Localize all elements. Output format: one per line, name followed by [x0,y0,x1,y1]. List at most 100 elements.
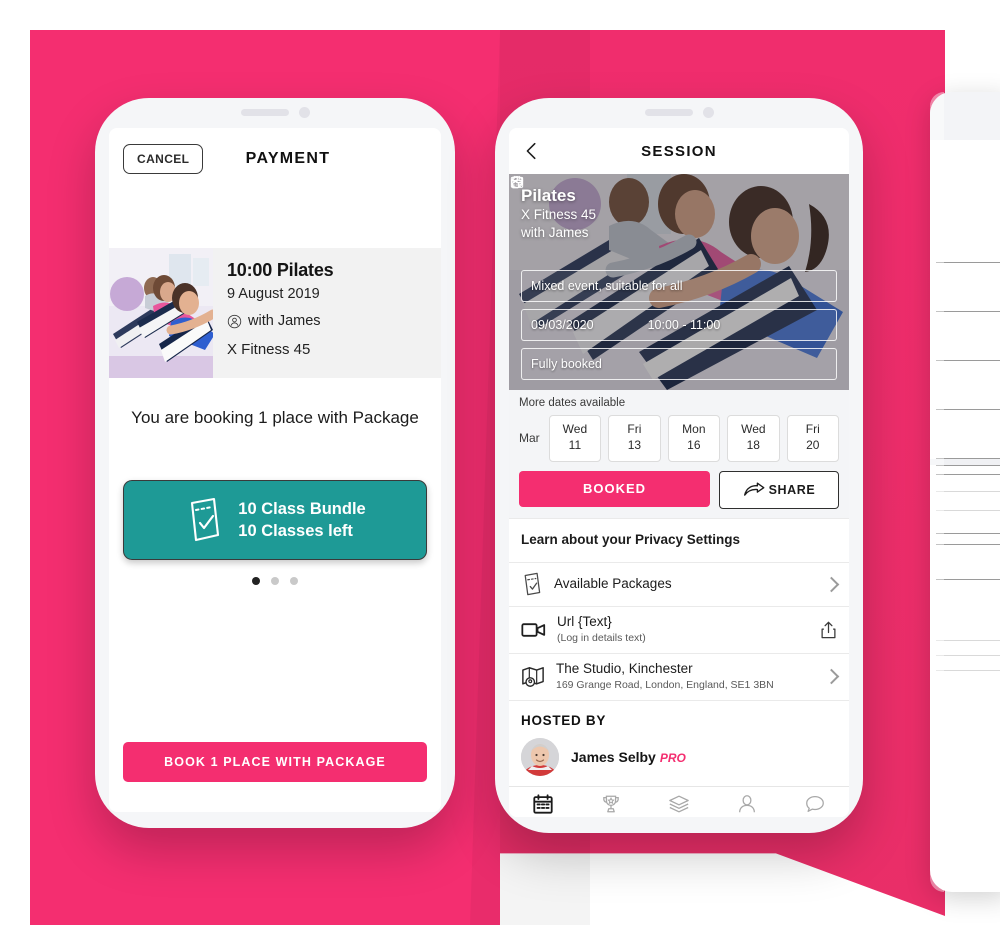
carousel-dots[interactable] [123,577,427,585]
exit-arrow-icon [512,176,523,189]
date-chip[interactable]: Wed 11 [548,415,602,462]
row-privacy-settings[interactable]: Learn about your Privacy Settings [509,517,849,562]
tab-rewards[interactable]: Rewards [577,787,645,817]
phone-notch [604,98,754,126]
row-available-packages[interactable]: Available Packages [509,561,849,606]
hero-time-group: 10:00 - 11:00 [510,175,721,332]
hero-pill-audience: Mixed event, suitable for all [511,176,837,302]
row-text: Learn about your Privacy Settings [521,532,837,549]
date-chip-day: Mon [682,422,706,436]
booking-summary-text: You are booking 1 place with Package [131,408,419,427]
speaker-grille-icon [240,108,289,116]
video-camera-icon [521,622,546,637]
session-summary-card[interactable]: 10:00 Pilates 9 August 2019 with James X… [109,248,441,378]
session-instructor: with James [227,313,441,329]
date-chip[interactable]: Fri 13 [608,415,661,462]
row-title: Url {Text} [557,613,612,629]
front-camera-icon [702,106,714,118]
row-title: Available Packages [554,575,672,591]
row-text: The Studio, Kinchester 169 Grange Road, … [556,661,815,693]
more-dates-label: More dates available [519,397,626,409]
tab-profile[interactable]: Profile [713,787,781,817]
hero-status-label: Fully booked [531,357,602,371]
hero-pill-status: Fully booked [512,176,837,380]
share-arrow-icon [743,482,765,496]
phone-notch [200,98,350,126]
front-camera-icon [298,106,310,118]
page-title: SESSION [641,142,717,160]
more-dates-section: More dates available Mar Wed 11 Fri 13 M… [509,390,849,471]
date-chip-num: 18 [746,437,760,452]
payment-screen: CANCEL PAYMENT 10:00 Pilates 9 August 20… [109,128,441,812]
person-circle-icon [227,314,242,328]
row-venue-location[interactable]: The Studio, Kinchester 169 Grange Road, … [509,652,849,700]
hero-audience-label: Mixed event, suitable for all [531,279,683,293]
chat-icon [806,795,824,812]
date-chip-num: 16 [687,437,701,452]
pro-badge: PRO [659,750,686,765]
package-card[interactable]: 10 Class Bundle 10 Classes left [123,480,427,560]
ticket-check-icon [191,497,220,542]
carousel-dot-1[interactable] [252,577,260,585]
hosted-by-heading: HOSTED BY [509,699,849,732]
date-chip-num: 13 [627,437,642,452]
row-text: Available Packages [554,576,815,593]
chevron-right-icon [823,576,840,592]
hero-content: Pilates X Fitness 45 with James Mixed ev… [509,174,849,390]
date-chip-day: Wed [562,422,588,436]
map-pin-icon [522,667,544,688]
package-name: 10 Class Bundle [238,499,366,518]
layers-icon [669,795,689,813]
date-chip[interactable]: Wed 18 [727,415,780,462]
date-chip[interactable]: Fri 20 [786,415,840,462]
hero-time-label: 10:00 - 11:00 [647,318,721,332]
host-name: James Selby PRO [571,749,686,765]
carousel-dot-2[interactable] [271,577,279,585]
hero-pill-datetime: 09/03/2020 10:00 - 11:00 [510,175,837,341]
trophy-icon [603,795,619,813]
tab-newsfeed[interactable]: Newsfeed [645,787,713,817]
phone-payment: CANCEL PAYMENT 10:00 Pilates 9 August 20… [95,98,455,828]
date-chip-num: 20 [806,437,820,452]
date-month-label: Mar [519,431,540,446]
date-chip-num: 11 [568,437,582,452]
session-summary-text: 10:00 Pilates 9 August 2019 with James X… [213,248,441,378]
package-carousel: 10 Class Bundle 10 Classes left [109,480,441,585]
phone-session: SESSION Pilates X Fitness 45 with James … [495,98,863,833]
hero-session-name: Pilates [521,186,576,205]
package-remaining: 10 Classes left [238,522,353,540]
share-export-icon[interactable] [820,620,837,639]
date-chip-day: Fri [627,422,642,436]
row-meeting-url[interactable]: Url {Text} (Log in details text) [509,605,849,653]
share-button[interactable]: SHARE [719,470,839,509]
booked-button[interactable]: BOOKED [519,470,710,507]
host-row[interactable]: James Selby PRO [509,731,849,786]
payment-header: CANCEL PAYMENT [109,128,441,190]
row-title: Learn about your Privacy Settings [521,531,741,547]
row-subtitle: (Log in details text) [557,631,646,644]
chevron-right-icon [823,668,840,685]
bottom-tab-bar: What's On Rewards [509,785,849,817]
date-chip[interactable]: Mon 16 [667,415,721,462]
avatar [521,737,559,776]
session-date: 9 August 2019 [227,286,320,302]
tab-whats-on[interactable]: What's On [509,787,577,817]
person-icon [739,794,755,812]
package-card-text: 10 Class Bundle 10 Classes left [238,498,365,543]
share-label: SHARE [768,482,816,497]
hero-date-group: 09/03/2020 [510,175,594,332]
hero-instructor: with James [521,224,589,240]
carousel-dot-3[interactable] [290,577,298,585]
host-name-label: James Selby [571,748,656,765]
row-text: Url {Text} (Log in details text) [557,614,809,646]
session-actions: BOOKED SHARE [509,470,849,518]
payment-spacer [109,585,441,742]
session-thumbnail [109,248,213,378]
hero-date-label: 09/03/2020 [531,318,594,332]
cancel-button[interactable]: CANCEL [123,144,204,174]
book-place-button[interactable]: BOOK 1 PLACE WITH PACKAGE [123,742,427,782]
tab-messages[interactable]: Messages [781,787,849,817]
session-header: SESSION [509,128,849,174]
session-instructor-label: with James [248,313,321,329]
date-chip-day: Fri [805,422,820,436]
